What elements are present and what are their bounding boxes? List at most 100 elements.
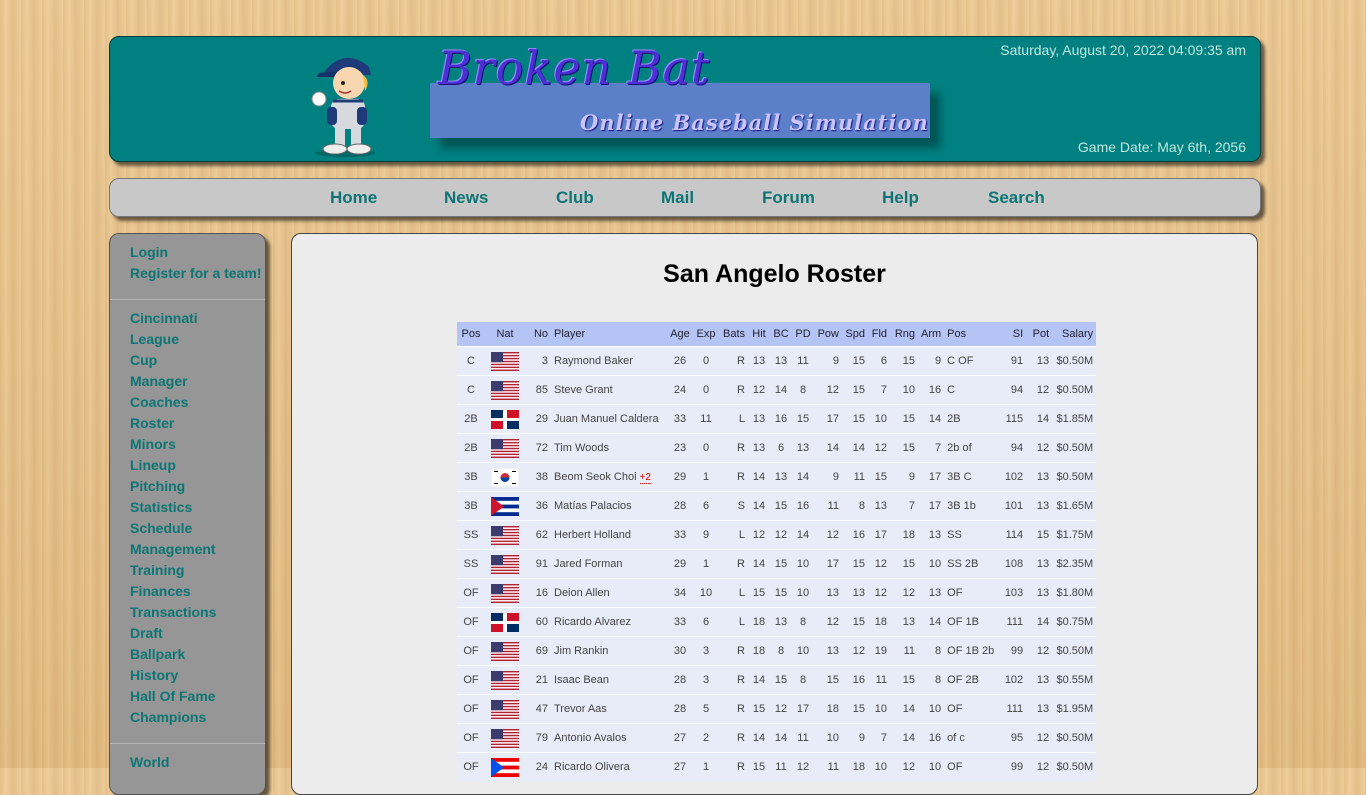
col-arm[interactable]: Arm — [918, 322, 945, 347]
player-name-link[interactable]: Ricardo Alvarez — [554, 616, 631, 628]
cell-arm: 16 — [918, 723, 945, 753]
cell-name[interactable]: Trevor Aas — [551, 694, 667, 724]
col-spd[interactable]: Spd — [842, 322, 868, 347]
site-logo-subtitle: Online Baseball Simulation — [580, 110, 929, 135]
col-age[interactable]: Age — [667, 322, 693, 347]
player-name-link[interactable]: Matías Palacios — [554, 500, 632, 512]
col-nat[interactable]: Nat — [485, 322, 525, 347]
sidebar-item-finances[interactable]: Finances — [130, 583, 191, 599]
cell-pd: 14 — [792, 520, 814, 550]
site-logo-title[interactable]: Broken Bat — [438, 41, 711, 95]
cell-name[interactable]: Antonio Avalos — [551, 723, 667, 753]
sidebar-item-draft[interactable]: Draft — [130, 625, 163, 641]
cell-arm: 17 — [918, 491, 945, 521]
cell-no: 60 — [525, 607, 551, 637]
cell-name[interactable]: Tim Woods — [551, 433, 667, 463]
cell-bats: R — [719, 752, 748, 781]
col-bc[interactable]: BC — [770, 322, 792, 347]
col-si[interactable]: SI — [1000, 322, 1027, 347]
sidebar-item-roster[interactable]: Roster — [130, 415, 174, 431]
game-date: Game Date: May 6th, 2056 — [1077, 139, 1246, 155]
col-pos2[interactable]: Pos — [944, 322, 1001, 347]
player-name-link[interactable]: Tim Woods — [554, 442, 609, 454]
nav-club[interactable]: Club — [556, 188, 594, 208]
sidebar-item-cincinnati[interactable]: Cincinnati — [130, 310, 198, 326]
table-row: 3B 36 Matías Palacios 28 6 S 14 15 16 11 8 13 7 17 3B … — [457, 491, 1097, 521]
cell-name[interactable]: Matías Palacios — [551, 491, 667, 521]
cell-pd: 10 — [792, 636, 814, 666]
cell-name[interactable]: Steve Grant — [551, 375, 667, 405]
nav-mail[interactable]: Mail — [661, 188, 694, 208]
sidebar-register[interactable]: Register for a team! — [130, 265, 261, 281]
sidebar-item-history[interactable]: History — [130, 667, 178, 683]
sidebar-item-statistics[interactable]: Statistics — [130, 499, 192, 515]
col-rng[interactable]: Rng — [890, 322, 918, 347]
sidebar-item-ballpark[interactable]: Ballpark — [130, 646, 185, 662]
cell-pos: OF — [457, 723, 485, 753]
sidebar-login[interactable]: Login — [130, 244, 168, 260]
player-name-link[interactable]: Trevor Aas — [554, 703, 607, 715]
col-pos[interactable]: Pos — [457, 322, 485, 347]
player-name-link[interactable]: Raymond Baker — [554, 355, 633, 367]
player-name-link[interactable]: Beom Seok Choi — [554, 471, 637, 483]
cell-name[interactable]: Herbert Holland — [551, 520, 667, 550]
col-no[interactable]: No — [525, 322, 551, 347]
cell-name[interactable]: Raymond Baker — [551, 346, 667, 376]
sidebar-item-coaches[interactable]: Coaches — [130, 394, 188, 410]
cell-pot: 14 — [1026, 607, 1053, 637]
col-pd[interactable]: PD — [792, 322, 814, 347]
cell-name[interactable]: Ricardo Alvarez — [551, 607, 667, 637]
nav-home[interactable]: Home — [330, 188, 377, 208]
cell-name[interactable]: Jim Rankin — [551, 636, 667, 666]
sidebar-item-training[interactable]: Training — [130, 562, 184, 578]
player-name-link[interactable]: Steve Grant — [554, 384, 613, 396]
table-row: OF 60 Ricardo Alvarez 33 6 L 18 13 8 12 15 18 13 14 OF… — [457, 607, 1097, 637]
sidebar-item-league[interactable]: League — [130, 331, 179, 347]
nav-search[interactable]: Search — [988, 188, 1045, 208]
cell-name[interactable]: Isaac Bean — [551, 665, 667, 695]
player-name-link[interactable]: Juan Manuel Caldera — [554, 413, 659, 425]
sidebar-item-schedule[interactable]: Schedule — [130, 520, 192, 536]
col-player[interactable]: Player — [551, 322, 667, 347]
cell-pot: 13 — [1026, 346, 1053, 376]
sidebar-item-management[interactable]: Management — [130, 541, 216, 557]
col-hit[interactable]: Hit — [748, 322, 770, 347]
sidebar-item-transactions[interactable]: Transactions — [130, 604, 216, 620]
col-salary[interactable]: Salary — [1052, 322, 1097, 347]
player-name-link[interactable]: Herbert Holland — [554, 529, 631, 541]
extra-badge[interactable]: +2 — [639, 472, 651, 484]
player-name-link[interactable]: Ricardo Olivera — [554, 761, 630, 773]
cell-name[interactable]: Deion Allen — [551, 578, 667, 608]
nav-help[interactable]: Help — [882, 188, 919, 208]
cell-pow: 11 — [814, 491, 842, 521]
flag-us-icon — [491, 670, 519, 690]
sidebar-item-hall-of-fame[interactable]: Hall Of Fame — [130, 688, 216, 704]
col-bats[interactable]: Bats — [719, 322, 748, 347]
sidebar-item-minors[interactable]: Minors — [130, 436, 176, 452]
sidebar-item-champions[interactable]: Champions — [130, 709, 206, 725]
cell-name[interactable]: Jared Forman — [551, 549, 667, 579]
nav-forum[interactable]: Forum — [762, 188, 815, 208]
cell-fld: 12 — [868, 549, 890, 579]
col-pot[interactable]: Pot — [1026, 322, 1053, 347]
col-exp[interactable]: Exp — [693, 322, 719, 347]
cell-name[interactable]: Juan Manuel Caldera — [551, 404, 667, 434]
cell-fld: 12 — [868, 578, 890, 608]
cell-name[interactable]: Ricardo Olivera — [551, 752, 667, 781]
sidebar-item-lineup[interactable]: Lineup — [130, 457, 176, 473]
player-name-link[interactable]: Deion Allen — [554, 587, 610, 599]
cell-rng: 7 — [890, 491, 918, 521]
sidebar-item-cup[interactable]: Cup — [130, 352, 157, 368]
sidebar-item-pitching[interactable]: Pitching — [130, 478, 185, 494]
sidebar-item-manager[interactable]: Manager — [130, 373, 188, 389]
col-fld[interactable]: Fld — [868, 322, 890, 347]
nav-news[interactable]: News — [444, 188, 488, 208]
player-name-link[interactable]: Jim Rankin — [554, 645, 608, 657]
cell-spd: 14 — [842, 433, 868, 463]
player-name-link[interactable]: Isaac Bean — [554, 674, 609, 686]
cell-pos2: 3B C — [944, 462, 1001, 492]
player-name-link[interactable]: Jared Forman — [554, 558, 622, 570]
player-name-link[interactable]: Antonio Avalos — [554, 732, 627, 744]
cell-name[interactable]: Beom Seok Choi +2 — [551, 462, 667, 492]
col-pow[interactable]: Pow — [814, 322, 842, 347]
